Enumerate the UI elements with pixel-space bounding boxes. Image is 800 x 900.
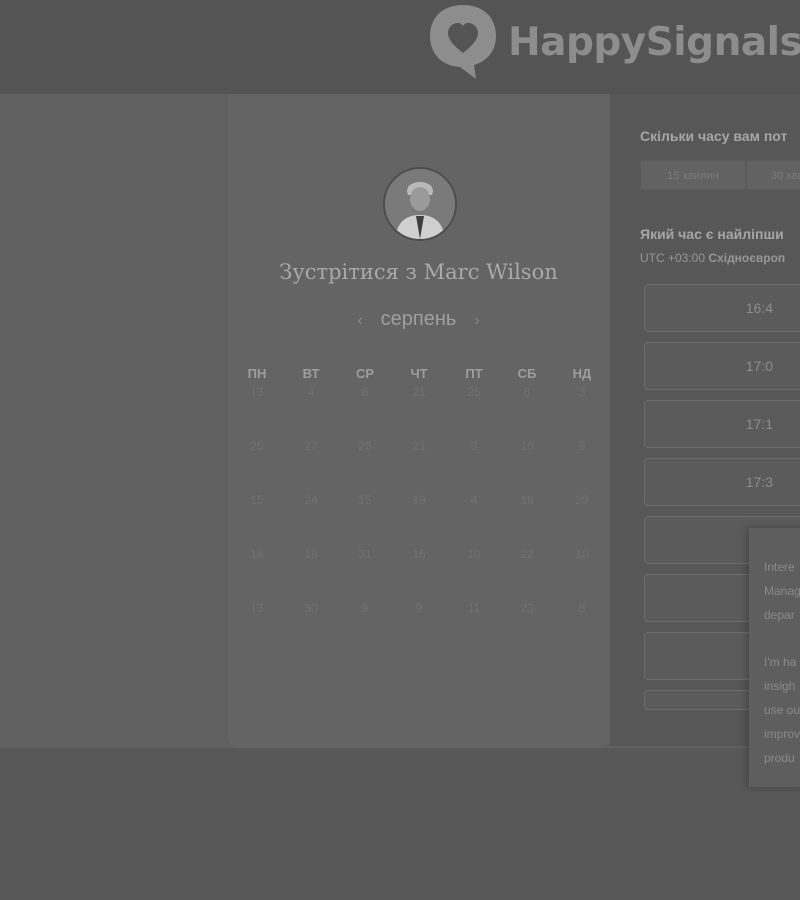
timezone-name: Східноєвроп bbox=[708, 251, 786, 265]
weekday-label: ВТ bbox=[302, 366, 320, 381]
popup-text-line: insigh bbox=[764, 679, 796, 693]
calendar-day[interactable]: 16 bbox=[399, 547, 439, 561]
duration-selector: 15 хвилин 30 хви bbox=[640, 160, 800, 190]
weekday-label: ПТ bbox=[465, 366, 483, 381]
calendar-day[interactable]: 19 bbox=[399, 493, 439, 507]
calendar-day[interactable]: 6 bbox=[345, 385, 385, 399]
weekday-label: ПН bbox=[247, 366, 267, 381]
calendar-day[interactable]: 4 bbox=[291, 385, 331, 399]
calendar-day[interactable]: 13 bbox=[237, 385, 277, 399]
calendar-day[interactable]: 13 bbox=[237, 601, 277, 615]
chevron-left-icon[interactable]: ‹ bbox=[357, 312, 362, 329]
calendar-day[interactable]: 31 bbox=[345, 547, 385, 561]
calendar-day[interactable]: 8 bbox=[507, 385, 547, 399]
booking-card: Зустрітися з Marc Wilson ‹ серпень › ПН ВТ… bbox=[228, 94, 609, 748]
duration-question: Скільки часу вам пот bbox=[640, 128, 788, 144]
meeting-title: Зустрітися з Marc Wilson bbox=[279, 260, 558, 284]
time-question: Який час є найліпши bbox=[640, 226, 784, 242]
calendar-day[interactable]: 26 bbox=[345, 439, 385, 453]
person-photo-icon bbox=[385, 169, 455, 239]
weekday-label: НД bbox=[572, 366, 592, 381]
happysignals-logo[interactable]: HappySignals bbox=[428, 2, 800, 82]
chevron-right-icon[interactable]: › bbox=[474, 312, 479, 329]
popup-text-line: depar bbox=[764, 608, 795, 622]
calendar-day[interactable]: 21 bbox=[399, 385, 439, 399]
calendar-day[interactable]: 27 bbox=[291, 439, 331, 453]
calendar-day[interactable]: 8 bbox=[562, 601, 602, 615]
weekday-label: СР bbox=[355, 366, 375, 381]
calendar-day[interactable]: 10 bbox=[562, 547, 602, 561]
page-header: HappySignals bbox=[0, 0, 800, 94]
month-navigator: ‹ серпень › bbox=[228, 308, 609, 331]
duration-option-30[interactable]: 30 хви bbox=[746, 160, 800, 190]
calendar-day[interactable]: 9 bbox=[399, 601, 439, 615]
calendar-day[interactable]: 18 bbox=[237, 547, 277, 561]
calendar-day[interactable]: 23 bbox=[507, 601, 547, 615]
popup-text-line: improv bbox=[764, 727, 800, 741]
info-popup: Intere Manag depar I'm ha insigh use ou … bbox=[749, 528, 800, 787]
heart-speech-bubble-icon bbox=[430, 5, 496, 79]
timezone-offset: UTC +03:00 bbox=[640, 251, 706, 265]
popup-text-line: Manag bbox=[764, 584, 800, 598]
calendar-day[interactable]: 30 bbox=[291, 601, 331, 615]
popup-text-line: produ bbox=[764, 751, 795, 765]
weekday-label: СБ bbox=[517, 366, 537, 381]
logo-text: HappySignals bbox=[508, 20, 800, 65]
calendar-day[interactable]: 25 bbox=[237, 439, 277, 453]
calendar-day[interactable]: 3 bbox=[454, 439, 494, 453]
calendar-day[interactable]: 18 bbox=[291, 547, 331, 561]
calendar-day[interactable]: 15 bbox=[345, 493, 385, 507]
page-footer-area bbox=[0, 748, 800, 900]
host-avatar bbox=[383, 167, 457, 241]
calendar-day[interactable]: 11 bbox=[454, 601, 494, 615]
popup-text-line: I'm ha bbox=[764, 655, 797, 669]
calendar-day[interactable]: 10 bbox=[454, 547, 494, 561]
calendar-day[interactable]: 16 bbox=[507, 493, 547, 507]
popup-text-line: Intere bbox=[764, 560, 795, 574]
calendar-day[interactable]: 15 bbox=[237, 493, 277, 507]
calendar-day[interactable]: 22 bbox=[507, 547, 547, 561]
time-slot-button[interactable]: 17:1 bbox=[644, 400, 800, 448]
calendar-day[interactable]: 24 bbox=[291, 493, 331, 507]
time-slot-button[interactable]: 17:3 bbox=[644, 458, 800, 506]
time-slot-button[interactable]: 17:0 bbox=[644, 342, 800, 390]
timezone-label[interactable]: UTC +03:00 Східноєвроп bbox=[640, 251, 785, 265]
calendar-day[interactable]: 10 bbox=[507, 439, 547, 453]
calendar-day[interactable]: 4 bbox=[454, 493, 494, 507]
calendar-day[interactable]: 8 bbox=[562, 439, 602, 453]
calendar-day[interactable]: 3 bbox=[562, 385, 602, 399]
calendar-day[interactable]: 29 bbox=[562, 493, 602, 507]
calendar-day[interactable]: 9 bbox=[345, 601, 385, 615]
duration-option-15[interactable]: 15 хвилин bbox=[640, 160, 746, 190]
calendar-day[interactable]: 25 bbox=[454, 385, 494, 399]
calendar-day[interactable]: 21 bbox=[399, 439, 439, 453]
month-label: серпень bbox=[380, 308, 457, 330]
weekday-label: ЧТ bbox=[410, 366, 428, 381]
time-slot-button[interactable]: 16:4 bbox=[644, 284, 800, 332]
popup-text-line: use ou bbox=[764, 703, 800, 717]
